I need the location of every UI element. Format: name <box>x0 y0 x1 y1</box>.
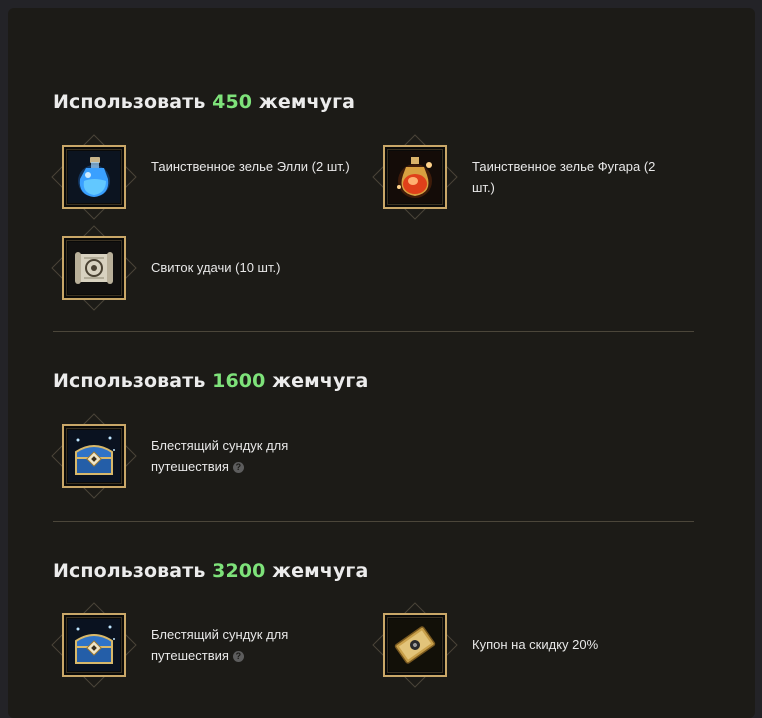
reward-item[interactable]: Таинственное зелье Фугара (2 шт.) <box>382 144 682 214</box>
reward-item[interactable]: Блестящий сундук для путешествия? <box>61 612 361 682</box>
help-icon[interactable]: ? <box>232 462 244 473</box>
coupon-icon <box>389 619 441 671</box>
tier-prefix: Использовать <box>53 91 206 113</box>
tier-suffix: жемчуга <box>258 91 356 113</box>
pearl-amount: 3200 <box>212 560 266 582</box>
section-divider <box>53 521 694 522</box>
red-potion-icon <box>389 151 441 203</box>
treasure-chest-icon <box>68 430 120 482</box>
reward-slot <box>61 423 127 489</box>
tier-prefix: Использовать <box>53 560 206 582</box>
reward-name: Таинственное зелье Фугара (2 шт.) <box>472 159 656 195</box>
treasure-chest-icon <box>68 619 120 671</box>
tier-prefix: Использовать <box>53 370 206 392</box>
tier-suffix: жемчуга <box>272 370 369 392</box>
reward-slot <box>61 612 127 678</box>
scroll-icon <box>68 242 120 294</box>
tier-suffix: жемчуга <box>272 560 369 582</box>
reward-name: Свиток удачи (10 шт.) <box>151 260 281 275</box>
tier-title: Использовать 1600 жемчуга <box>53 370 368 392</box>
section-divider <box>53 331 694 332</box>
reward-name-text: Блестящий сундук для путешествия <box>151 438 289 474</box>
reward-item[interactable]: Свиток удачи (10 шт.) <box>61 235 361 305</box>
reward-item[interactable]: Таинственное зелье Элли (2 шт.) <box>61 144 361 214</box>
reward-name: Купон на скидку 20% <box>472 637 599 652</box>
pearl-amount: 1600 <box>212 370 266 392</box>
reward-name: Блестящий сундук для путешествия? <box>151 624 351 666</box>
help-icon[interactable]: ? <box>232 651 244 662</box>
reward-item[interactable]: Купон на скидку 20% <box>382 612 682 682</box>
reward-slot <box>382 144 448 210</box>
blue-potion-icon <box>68 151 120 203</box>
reward-slot <box>61 235 127 301</box>
tier-title: Использовать 450 жемчуга <box>53 91 355 113</box>
reward-item[interactable]: Блестящий сундук для путешествия? <box>61 423 361 493</box>
tier-title: Использовать 3200 жемчуга <box>53 560 368 582</box>
pearl-amount: 450 <box>212 91 253 113</box>
reward-slot <box>61 144 127 210</box>
reward-name: Таинственное зелье Элли (2 шт.) <box>151 159 350 174</box>
reward-name-text: Блестящий сундук для путешествия <box>151 627 289 663</box>
reward-slot <box>382 612 448 678</box>
reward-name: Блестящий сундук для путешествия? <box>151 435 351 477</box>
